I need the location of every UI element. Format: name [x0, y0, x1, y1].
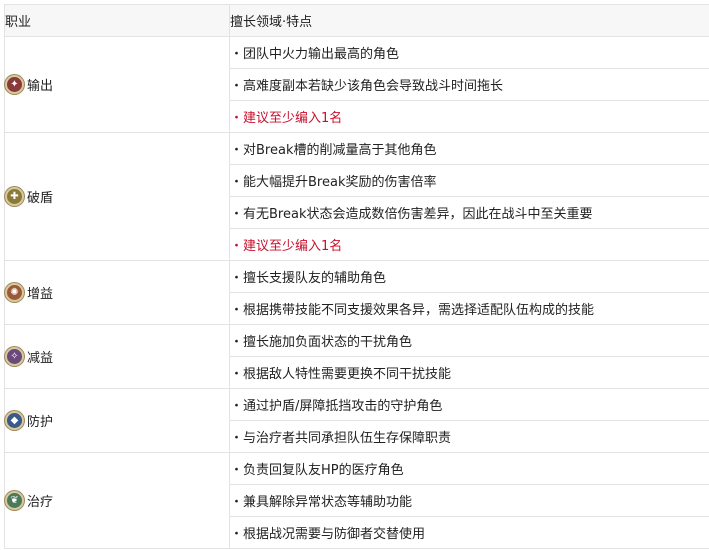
specialty-cell: 建议至少编入1名	[229, 228, 709, 261]
buff-icon: ✺	[5, 283, 24, 302]
role-label-group: ❦ 治疗	[5, 491, 229, 510]
role-cell: ✦ 输出	[4, 36, 230, 133]
specialty-cell: 负责回复队友HP的医疗角色	[229, 452, 709, 485]
specialty-cell: 根据战况需要与防御者交替使用	[229, 516, 709, 549]
specialty-text: 高难度副本若缺少该角色会导致战斗时间拖长	[230, 79, 503, 94]
role-name: 输出	[27, 79, 54, 94]
specialty-text: 有无Break状态会造成数倍伤害差异，因此在战斗中至关重要	[230, 207, 593, 222]
recommendation-note: 建议至少编入1名	[230, 111, 342, 126]
specialty-text: 负责回复队友HP的医疗角色	[230, 463, 404, 478]
role-name: 减益	[27, 351, 54, 366]
role-name: 破盾	[27, 191, 54, 206]
role-label-group: ◆ 防护	[5, 411, 229, 430]
role-cell: ✧ 减益	[4, 324, 230, 389]
specialty-text: 根据携带技能不同支援效果各异，需选择适配队伍构成的技能	[230, 303, 594, 318]
specialty-cell: 兼具解除异常状态等辅助功能	[229, 484, 709, 517]
specialty-cell: 通过护盾/屏障抵挡攻击的守护角色	[229, 388, 709, 421]
table-row: ✚破盾 对Break槽的削减量高于其他角色	[4, 132, 709, 261]
specialty-cell: 与治疗者共同承担队伍生存保障职责	[229, 420, 709, 453]
recommendation-note: 建议至少编入1名	[230, 239, 342, 254]
role-name: 防护	[27, 415, 54, 430]
specialty-text: 兼具解除异常状态等辅助功能	[230, 495, 412, 510]
role-table: 职业 擅长领域·特点 ✦输出团队中火力输出最高的角色高难度副本若缺少该角色会导致…	[4, 4, 709, 549]
specialty-cell: 建议至少编入1名	[229, 100, 709, 133]
specialty-cell: 根据敌人特性需要更换不同干扰技能	[229, 356, 709, 389]
role-label-group: ✺ 增益	[5, 283, 229, 302]
specialty-cell: 对Break槽的削减量高于其他角色	[229, 132, 709, 165]
specialty-text: 根据战况需要与防御者交替使用	[230, 527, 425, 542]
table-row: ✦输出团队中火力输出最高的角色	[4, 36, 709, 133]
specialty-cell: 团队中火力输出最高的角色	[229, 36, 709, 69]
table-row: ❦治疗负责回复队友HP的医疗角色	[4, 452, 709, 549]
specialty-text: 团队中火力输出最高的角色	[230, 47, 399, 62]
role-cell: ✚ 破盾	[4, 132, 230, 261]
role-label-group: ✚ 破盾	[5, 187, 229, 206]
role-cell: ◆ 防护	[4, 388, 230, 453]
table-row: ◆防护通过护盾/屏障抵挡攻击的守护角色	[4, 388, 709, 453]
shield-icon: ◆	[5, 411, 24, 430]
table-header-row: 职业 擅长领域·特点	[4, 4, 709, 37]
table-row: ✧减益擅长施加负面状态的干扰角色	[4, 324, 709, 389]
table-row: ✺增益擅长支援队友的辅助角色	[4, 260, 709, 325]
role-cell: ❦ 治疗	[4, 452, 230, 549]
header-role: 职业	[4, 4, 230, 37]
specialty-text: 根据敌人特性需要更换不同干扰技能	[230, 367, 451, 382]
specialty-cell: 有无Break状态会造成数倍伤害差异，因此在战斗中至关重要	[229, 196, 709, 229]
specialty-text: 擅长施加负面状态的干扰角色	[230, 335, 412, 350]
specialty-cell: 擅长支援队友的辅助角色	[229, 260, 709, 293]
break-icon: ✚	[5, 187, 24, 206]
specialty-text: 擅长支援队友的辅助角色	[230, 271, 386, 286]
role-label-group: ✧ 减益	[5, 347, 229, 366]
specialty-text: 通过护盾/屏障抵挡攻击的守护角色	[230, 399, 442, 414]
role-cell: ✺ 增益	[4, 260, 230, 325]
debuff-icon: ✧	[5, 347, 24, 366]
specialty-text: 能大幅提升Break奖励的伤害倍率	[230, 175, 437, 190]
role-label-group: ✦ 输出	[5, 75, 229, 94]
specialty-text: 对Break槽的削减量高于其他角色	[230, 143, 437, 158]
header-specialty: 擅长领域·特点	[229, 4, 709, 37]
table-body: ✦输出团队中火力输出最高的角色高难度副本若缺少该角色会导致战斗时间拖长建议至少编…	[4, 36, 709, 549]
role-name: 治疗	[27, 495, 54, 510]
specialty-cell: 高难度副本若缺少该角色会导致战斗时间拖长	[229, 68, 709, 101]
specialty-cell: 能大幅提升Break奖励的伤害倍率	[229, 164, 709, 197]
heal-icon: ❦	[5, 491, 24, 510]
damage-icon: ✦	[5, 75, 24, 94]
specialty-cell: 根据携带技能不同支援效果各异，需选择适配队伍构成的技能	[229, 292, 709, 325]
specialty-cell: 擅长施加负面状态的干扰角色	[229, 324, 709, 357]
role-name: 增益	[27, 287, 54, 302]
specialty-text: 与治疗者共同承担队伍生存保障职责	[230, 431, 451, 446]
